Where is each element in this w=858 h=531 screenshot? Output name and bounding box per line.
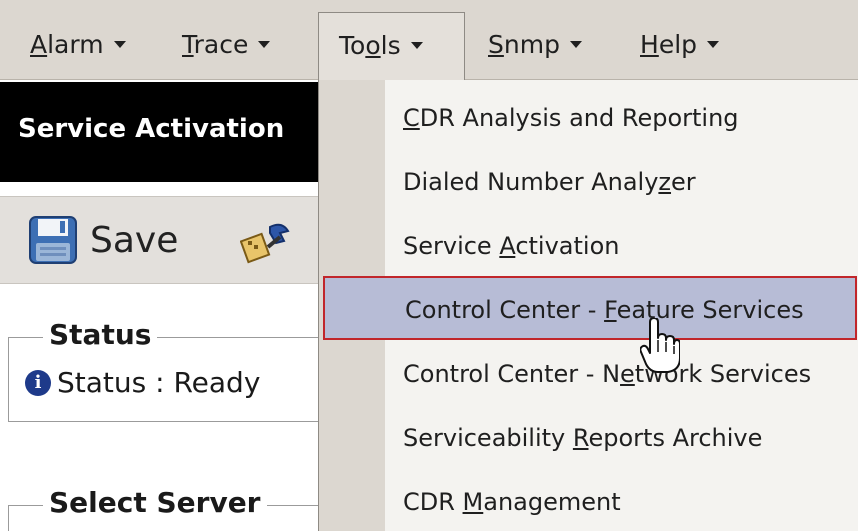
menu-item-dialed-number-analyzer[interactable]: Dialed Number Analyzer — [385, 150, 858, 214]
menu-alarm[interactable]: Alarm — [30, 12, 126, 80]
menu-help-label: elp — [658, 30, 698, 59]
menu-item-label-pre: Control Center - N — [403, 360, 621, 388]
menu-item-label: anagement — [483, 488, 621, 516]
menu-item-label: twork Services — [634, 360, 812, 388]
menu-tools[interactable]: Tools — [318, 12, 465, 80]
menu-item-mnemonic: e — [620, 360, 635, 388]
menu-item-service-activation[interactable]: Service Activation — [385, 214, 858, 278]
save-label: Save — [90, 219, 179, 261]
chevron-down-icon — [258, 40, 271, 48]
menu-item-label: ctivation — [515, 232, 620, 260]
menu-snmp[interactable]: Snmp — [488, 12, 582, 80]
page-title: Service Activation — [0, 82, 320, 182]
menu-bar: Alarm Trace Tools Snmp Help — [0, 0, 858, 80]
menu-trace-mnemonic: T — [182, 30, 194, 59]
status-fieldset: Status i Status : Ready — [8, 318, 320, 422]
menu-item-cdr-management[interactable]: CDR Management — [385, 470, 858, 531]
menu-item-control-center-feature-services[interactable]: Control Center - Feature Services — [323, 276, 857, 340]
chevron-down-icon — [569, 40, 582, 48]
menu-trace-label: race — [193, 30, 249, 59]
status-line: i Status : Ready — [25, 366, 260, 399]
menu-item-label-pre: Control Center - — [405, 296, 605, 324]
status-text: Status : Ready — [57, 366, 261, 399]
menu-snmp-mnemonic: S — [488, 30, 504, 59]
menu-item-label: eature Services — [616, 296, 804, 324]
menu-item-label-pre: Service — [403, 232, 500, 260]
status-legend: Status — [43, 318, 158, 351]
menu-item-label-pre: CDR — [403, 488, 463, 516]
menu-item-label-pre: Dialed Number Analy — [403, 168, 659, 196]
menu-item-label: eports Archive — [588, 424, 763, 452]
menu-item-mnemonic: R — [572, 424, 589, 452]
menu-tools-label-pre: To — [339, 31, 366, 60]
menu-alarm-label: larm — [47, 30, 104, 59]
menu-item-mnemonic: z — [658, 168, 672, 196]
chevron-down-icon — [113, 40, 126, 48]
menu-item-mnemonic: A — [499, 232, 516, 260]
menu-help[interactable]: Help — [640, 12, 720, 80]
tools-dropdown-menu: CDR Analysis and Reporting Dialed Number… — [318, 80, 858, 531]
menu-help-mnemonic: H — [640, 30, 659, 59]
menu-item-label: er — [671, 168, 696, 196]
menu-item-control-center-network-services[interactable]: Control Center - Network Services — [385, 342, 858, 406]
menu-item-label-pre: Serviceability — [403, 424, 573, 452]
menu-item-mnemonic: M — [462, 488, 484, 516]
menu-tools-mnemonic: o — [365, 31, 381, 60]
chevron-down-icon — [410, 41, 423, 49]
menu-item-label: DR Analysis and Reporting — [419, 104, 739, 132]
menu-alarm-mnemonic: A — [30, 30, 48, 59]
chevron-down-icon — [707, 40, 720, 48]
menu-item-serviceability-reports-archive[interactable]: Serviceability Reports Archive — [385, 406, 858, 470]
info-icon: i — [25, 369, 51, 396]
toolbar: Save — [0, 196, 320, 284]
menu-tools-label: ls — [380, 31, 401, 60]
menu-trace[interactable]: Trace — [182, 12, 271, 80]
menu-snmp-label: nmp — [503, 30, 560, 59]
floppy-disk-icon — [29, 216, 77, 264]
menu-item-mnemonic: F — [604, 296, 617, 324]
tool-icon[interactable] — [240, 219, 300, 265]
menu-item-mnemonic: C — [403, 104, 420, 132]
save-button[interactable]: Save — [28, 215, 178, 265]
select-server-fieldset: Select Server — [8, 486, 320, 531]
select-server-legend: Select Server — [43, 486, 267, 519]
menu-item-cdr-analysis[interactable]: CDR Analysis and Reporting — [385, 86, 858, 150]
